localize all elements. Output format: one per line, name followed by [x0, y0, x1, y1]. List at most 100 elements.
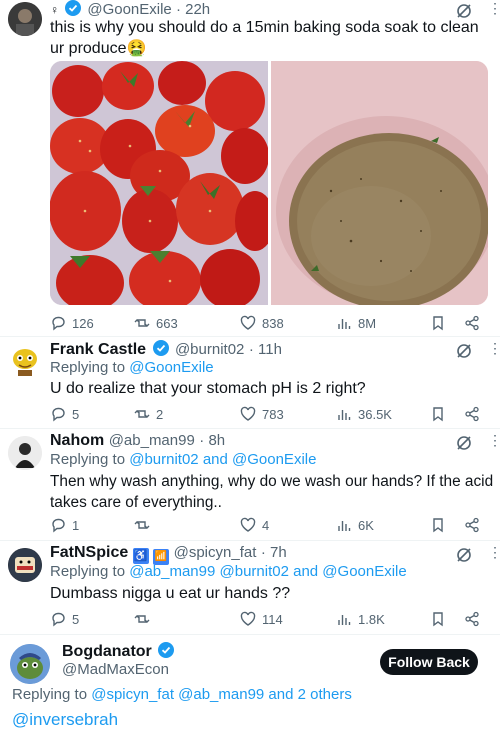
heart-icon [240, 611, 256, 626]
follow-back-button[interactable]: Follow Back [380, 649, 478, 675]
views-button[interactable]: 8M [336, 313, 376, 333]
verified-badge-icon [152, 340, 169, 356]
reply-text: Dumbass nigga u eat ur hands ?? [50, 585, 291, 602]
replying-to-mentions[interactable]: @burnit02 and @GoonExile [129, 451, 316, 468]
reply-header: Frank Castle @burnit02 · 11h [50, 340, 282, 360]
reply-button[interactable]: 1 [50, 515, 79, 535]
share-button[interactable] [464, 515, 480, 535]
share-button[interactable] [464, 313, 480, 333]
bookmark-button[interactable] [430, 313, 446, 333]
reply-button[interactable]: 5 [50, 609, 79, 629]
retweet-icon [134, 521, 150, 529]
like-button[interactable]: 114 [240, 609, 283, 629]
handle[interactable]: @spicyn_fat [174, 544, 257, 561]
replying-to-label: Replying to [50, 563, 126, 580]
handle[interactable]: @burnit02 [175, 341, 244, 358]
tweet-actions: 126 663 838 8M [50, 313, 490, 333]
reply-header: FatNSpice ♿ 📶 @spicyn_fat · 7h [50, 544, 287, 565]
avatar-frank-castle[interactable] [8, 344, 42, 378]
share-icon [465, 406, 479, 422]
avatar-fatnspice[interactable] [8, 548, 42, 582]
reply-header: Nahom @ab_man99 · 8h [50, 432, 225, 452]
compose-mention[interactable]: @inversebrah [12, 710, 118, 730]
like-count: 783 [262, 406, 284, 422]
retweet-icon [134, 319, 150, 327]
share-button[interactable] [464, 609, 480, 629]
tweet-image-strawberries[interactable] [50, 61, 268, 305]
views-icon [338, 615, 351, 625]
replying-to-mentions[interactable]: @GoonExile [129, 359, 213, 376]
handle[interactable]: @MadMaxEcon [62, 661, 169, 678]
reply-actions: 5 114 1.8K [50, 609, 490, 629]
like-button[interactable]: 783 [240, 404, 284, 424]
reply-time[interactable]: 11h [258, 341, 282, 358]
heart-icon [240, 406, 256, 421]
heart-icon [240, 315, 256, 330]
reply-text: U do realize that your stomach pH is 2 r… [50, 380, 366, 397]
views-icon [338, 521, 351, 531]
retweet-button[interactable] [134, 609, 156, 629]
avatar-bogdanator[interactable] [10, 644, 50, 684]
reply-count: 1 [72, 517, 80, 533]
retweet-icon [134, 410, 150, 418]
bookmark-icon [433, 407, 443, 422]
avatar-goonexile[interactable] [8, 2, 42, 36]
bookmark-button[interactable] [430, 515, 446, 535]
reply-button[interactable]: 5 [50, 404, 79, 424]
handle[interactable]: @ab_man99 [109, 432, 195, 449]
display-name[interactable]: FatNSpice [50, 544, 128, 561]
like-count: 114 [262, 611, 283, 627]
avatar-nahom[interactable] [8, 436, 42, 470]
views-count: 36.5K [358, 406, 392, 422]
divider [0, 336, 500, 337]
reply-time[interactable]: 7h [270, 544, 287, 561]
retweet-icon [134, 615, 150, 623]
more-options-icon[interactable]: ⋮ [488, 340, 500, 357]
reply-icon [52, 612, 65, 627]
pride-flag-icon: ♀ [50, 3, 59, 17]
like-button[interactable]: 4 [240, 515, 269, 535]
display-name[interactable]: Bogdanator [62, 643, 152, 660]
replying-to: Replying to @burnit02 and @GoonExile [50, 451, 316, 468]
divider [0, 540, 500, 541]
like-button[interactable]: 838 [240, 313, 284, 333]
heart-icon [240, 517, 256, 532]
grok-icon[interactable] [455, 546, 473, 564]
more-options-icon[interactable]: ⋮ [488, 544, 500, 561]
views-icon [338, 410, 351, 420]
bookmark-button[interactable] [430, 609, 446, 629]
replying-to: Replying to @spicyn_fat @ab_man99 and 2 … [12, 686, 352, 703]
more-options-icon[interactable]: ⋮ [488, 0, 500, 17]
divider [0, 634, 500, 635]
views-button[interactable]: 6K [336, 515, 374, 535]
verified-badge-icon [65, 0, 82, 16]
display-name[interactable]: Frank Castle [50, 341, 146, 358]
tweet-time[interactable]: 22h [185, 1, 210, 18]
views-count: 6K [358, 517, 374, 533]
reply-count: 5 [72, 406, 80, 422]
grok-icon[interactable] [455, 342, 473, 360]
retweet-count: 663 [156, 315, 178, 331]
tweet-handle[interactable]: @GoonExile [87, 1, 171, 18]
more-options-icon[interactable]: ⋮ [488, 432, 500, 449]
replying-to-label: Replying to [12, 686, 88, 703]
grok-icon[interactable] [455, 434, 473, 452]
retweet-button[interactable]: 2 [134, 404, 163, 424]
reply-time[interactable]: 8h [208, 432, 225, 449]
replying-to-mentions[interactable]: @ab_man99 @burnit02 and @GoonExile [129, 563, 407, 580]
reply-button[interactable]: 126 [50, 313, 94, 333]
views-button[interactable]: 36.5K [336, 404, 392, 424]
share-button[interactable] [464, 404, 480, 424]
reply-count: 5 [72, 611, 80, 627]
retweet-button[interactable]: 663 [134, 313, 178, 333]
views-count: 8M [358, 315, 377, 331]
views-button[interactable]: 1.8K [336, 609, 385, 629]
bookmark-button[interactable] [430, 404, 446, 424]
replying-to-mentions[interactable]: @spicyn_fat @ab_man99 and 2 others [91, 686, 352, 703]
compose-header: Bogdanator [62, 642, 176, 661]
tweet-image-water-bowl[interactable] [271, 61, 488, 305]
display-name[interactable]: Nahom [50, 432, 104, 449]
wheelchair-emoji-icon: ♿ [132, 548, 149, 564]
retweet-button[interactable] [134, 515, 156, 535]
replying-to-label: Replying to [50, 451, 126, 468]
